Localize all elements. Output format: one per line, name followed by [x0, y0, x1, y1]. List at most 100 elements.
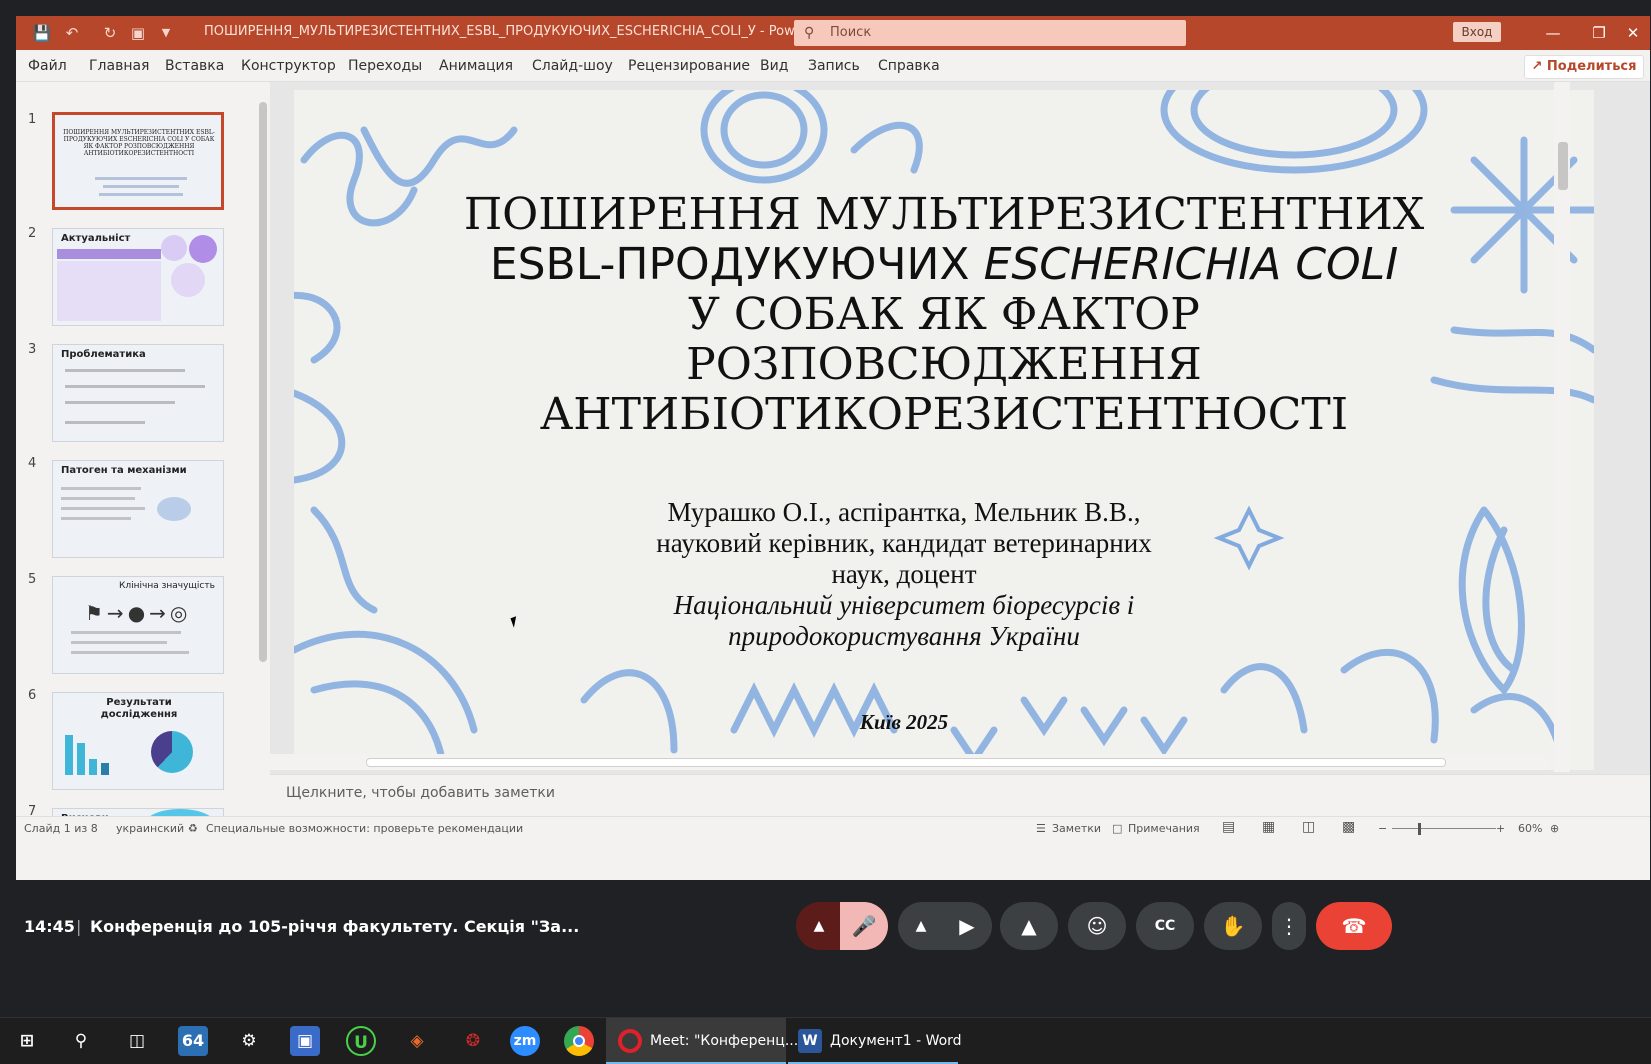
video-options-button[interactable]: ▲: [898, 902, 944, 950]
tab-record[interactable]: Запись: [808, 58, 860, 74]
redo-icon[interactable]: ↻: [98, 23, 122, 43]
zoom-in-icon[interactable]: +: [1496, 822, 1505, 835]
app-u-icon[interactable]: U: [346, 1026, 376, 1056]
slide-horizontal-scrollbar[interactable]: [270, 754, 1550, 770]
camera-button[interactable]: ▶: [942, 902, 992, 950]
tab-review[interactable]: Рецензирование: [628, 58, 750, 74]
tab-insert[interactable]: Вставка: [165, 58, 224, 74]
thumb-number: 2: [28, 226, 37, 241]
taskbar-app-meet-label: Meet: "Конференц...: [650, 1033, 799, 1049]
close-icon[interactable]: ✕: [1618, 20, 1648, 46]
tab-animations[interactable]: Анимация: [439, 58, 513, 74]
present-icon[interactable]: ▣: [126, 23, 150, 43]
emoji-icon: ☺: [1086, 914, 1108, 938]
comments-button[interactable]: Примечания: [1128, 822, 1200, 835]
reading-view-icon[interactable]: ◫: [1302, 819, 1315, 835]
app-red-icon[interactable]: ❂: [458, 1026, 488, 1056]
tab-home[interactable]: Главная: [89, 58, 149, 74]
app-tool-icon[interactable]: ⚙: [234, 1026, 264, 1056]
taskbar-app-word[interactable]: W Документ1 - Word: [788, 1018, 962, 1064]
slide-thumbnail-2[interactable]: Актуальніст: [52, 228, 224, 326]
meet-control-bar: 14:45 | Конференція до 105-річчя факульт…: [0, 880, 1651, 976]
windows-start-icon[interactable]: ⊞: [12, 1026, 42, 1056]
tab-view[interactable]: Вид: [760, 58, 788, 74]
slide-thumbnail-4[interactable]: Патоген та механізми: [52, 460, 224, 558]
slide-vertical-scrollbar[interactable]: [1554, 82, 1570, 772]
login-button[interactable]: Вход: [1453, 22, 1501, 42]
notes-button[interactable]: Заметки: [1052, 822, 1101, 835]
comments-icon: □: [1112, 822, 1123, 835]
notes-placeholder: Щелкните, чтобы добавить заметки: [286, 785, 555, 801]
tab-design[interactable]: Конструктор: [241, 58, 336, 74]
reactions-button[interactable]: ☺: [1068, 902, 1126, 950]
chrome-icon[interactable]: [564, 1026, 594, 1056]
more-vertical-icon: ⋮: [1279, 914, 1299, 938]
fit-slide-icon[interactable]: ⊕: [1550, 822, 1559, 835]
windows-taskbar: ⊞ ⚲ ◫ 64 ⚙ ▣ U ◈ ❂ zm Meet: "Конференц..…: [0, 1017, 1651, 1064]
slide-canvas[interactable]: ПОШИРЕННЯ МУЛЬТИРЕЗИСТЕНТНИХ ESBL-ПРОДУК…: [294, 90, 1594, 770]
slide-sorter-icon[interactable]: ▦: [1262, 819, 1275, 835]
search-icon[interactable]: ⚲: [66, 1026, 96, 1056]
mic-off-icon: 🎤: [851, 914, 877, 938]
zoom-out-icon[interactable]: −: [1378, 822, 1387, 835]
meeting-separator: |: [76, 917, 82, 936]
audio-options-button[interactable]: ▲: [796, 902, 842, 950]
tab-file[interactable]: Файл: [28, 58, 67, 74]
tab-transitions[interactable]: Переходы: [348, 58, 422, 74]
slide-thumbnail-6[interactable]: Результати дослідження: [52, 692, 224, 790]
notes-pane[interactable]: Щелкните, чтобы добавить заметки: [270, 774, 1650, 816]
slide-thumbnail-3[interactable]: Проблематика: [52, 344, 224, 442]
task-view-icon[interactable]: ◫: [122, 1026, 152, 1056]
app-paint-icon[interactable]: ◈: [402, 1026, 432, 1056]
notes-icon: ☰: [1036, 822, 1046, 835]
microphone-muted-button[interactable]: 🎤: [840, 902, 888, 950]
slideshow-view-icon[interactable]: ▩: [1342, 819, 1355, 835]
captions-button[interactable]: CC: [1136, 902, 1194, 950]
tab-slideshow[interactable]: Слайд-шоу: [532, 58, 613, 74]
save-disk-icon[interactable]: ▣: [290, 1026, 320, 1056]
leave-call-button[interactable]: ☎: [1316, 902, 1392, 950]
thumb-number: 4: [28, 456, 37, 471]
search-icon: ⚲: [804, 25, 815, 41]
zoom-icon-text: zm: [513, 1033, 537, 1049]
thumbnails-scrollbar[interactable]: [256, 82, 270, 822]
zoom-slider-thumb[interactable]: [1418, 823, 1421, 835]
share-label: Поделиться: [1546, 59, 1637, 74]
customize-icon[interactable]: ▼: [154, 23, 178, 43]
zoom-app-icon[interactable]: zm: [510, 1026, 540, 1056]
present-screen-button[interactable]: ▲: [1000, 902, 1058, 950]
save-icon[interactable]: 💾: [30, 23, 54, 43]
accessibility-status[interactable]: Специальные возможности: проверьте реком…: [206, 822, 523, 835]
opera-icon: [618, 1029, 642, 1053]
title-line-2a: ESBL-ПРОДУКУЮЧИХ: [489, 239, 984, 290]
taskbar-app-word-label: Документ1 - Word: [830, 1033, 962, 1049]
search-placeholder: Поиск: [830, 25, 872, 40]
undo-icon[interactable]: ↶: [60, 23, 84, 43]
share-button[interactable]: ↗ Поделиться: [1524, 55, 1644, 79]
thumb-title: Патоген та механізми: [61, 465, 187, 476]
app-64-label: 64: [181, 1031, 205, 1050]
normal-view-icon[interactable]: ▤: [1222, 819, 1235, 835]
zoom-slider[interactable]: [1392, 828, 1496, 829]
thumb-title: Клінічна значущість: [119, 581, 215, 591]
slide-thumbnail-1[interactable]: ПОШИРЕННЯ МУЛЬТИРЕЗИСТЕНТНИХ ESBL-ПРОДУК…: [52, 112, 224, 210]
app-64-icon[interactable]: 64: [178, 1026, 208, 1056]
thumb-number: 6: [28, 688, 37, 703]
taskbar-app-meet[interactable]: Meet: "Конференц...: [606, 1018, 798, 1064]
zoom-level[interactable]: 60%: [1518, 822, 1542, 835]
document-title: ПОШИРЕННЯ_МУЛЬТИРЕЗИСТЕНТНИХ_ESBL_ПРОДУК…: [204, 24, 841, 39]
slide-counter: Слайд 1 из 8: [24, 822, 98, 835]
minimize-icon[interactable]: —: [1538, 20, 1568, 46]
tab-help[interactable]: Справка: [878, 58, 940, 74]
authors-line-3: наук, доцент: [831, 559, 977, 589]
slide-thumbnail-5[interactable]: Клінічна значущість ⚑→●→◎: [52, 576, 224, 674]
title-line-4: РОЗПОВСЮДЖЕННЯ: [686, 339, 1202, 390]
chevron-up-icon: ▲: [915, 918, 927, 934]
language-indicator[interactable]: украинский: [116, 822, 184, 835]
more-options-button[interactable]: ⋮: [1272, 902, 1306, 950]
title-line-2b: ESCHERICHIA COLI: [983, 239, 1399, 290]
raise-hand-button[interactable]: ✋: [1204, 902, 1262, 950]
meeting-title: Конференція до 105-річчя факультету. Сек…: [90, 917, 580, 936]
search-box[interactable]: ⚲ Поиск: [794, 20, 1186, 46]
restore-icon[interactable]: ❐: [1584, 20, 1614, 46]
